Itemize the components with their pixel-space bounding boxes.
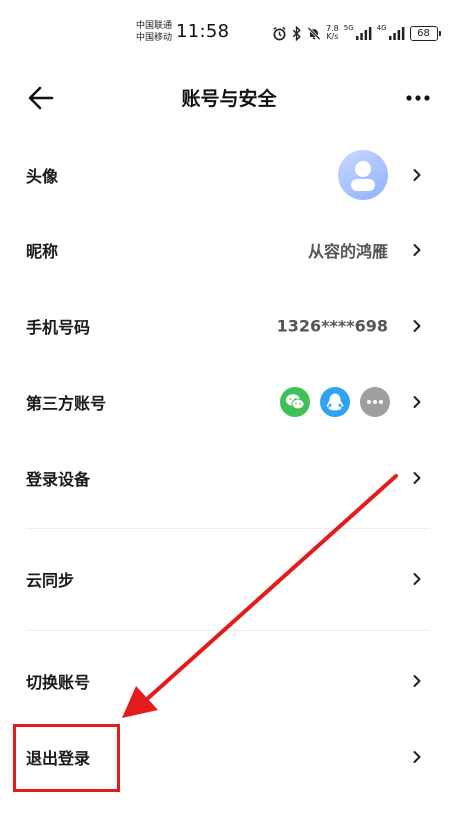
phone-value: 1326****698 [276, 316, 388, 336]
divider [26, 630, 430, 631]
status-time: 11:58 [176, 21, 230, 42]
avatar[interactable] [338, 150, 388, 200]
page-title: 账号与安全 [181, 88, 277, 110]
mute-bell-icon [307, 26, 321, 40]
row-cloud-sync-label: 云同步 [26, 571, 75, 590]
more-accounts-icon[interactable] [360, 387, 390, 417]
carrier-1: 中国联通 [136, 21, 173, 31]
row-avatar-label: 头像 [26, 167, 59, 186]
nickname-value: 从容的鸿雁 [307, 242, 388, 261]
chevron-right-icon [413, 472, 421, 484]
row-avatar[interactable]: 头像 [0, 143, 458, 207]
status-bar: 中国联通 中国移动 11:58 7.8 K/s 5G 4G 68 [0, 0, 458, 66]
row-logout[interactable]: 退出登录 [0, 725, 458, 789]
signal-icon-2 [388, 26, 404, 40]
carrier-2: 中国移动 [136, 33, 173, 43]
network-type-2: 4G [376, 24, 387, 32]
chevron-right-icon [413, 169, 421, 181]
chevron-right-icon [413, 751, 421, 763]
divider [26, 528, 430, 529]
more-dots-icon [406, 95, 430, 101]
battery-indicator: 68 [409, 25, 441, 41]
signal-icon-1 [355, 26, 372, 40]
bluetooth-icon [292, 25, 301, 41]
row-logout-label: 退出登录 [26, 749, 91, 768]
row-switch-account-label: 切换账号 [26, 673, 91, 692]
chevron-right-icon [413, 573, 421, 585]
chevron-right-icon [413, 320, 421, 332]
row-devices[interactable]: 登录设备 [0, 446, 458, 510]
row-phone-label: 手机号码 [26, 318, 91, 337]
row-third-party[interactable]: 第三方账号 [0, 370, 458, 434]
network-speed: 7.8 K/s [326, 24, 339, 41]
alarm-icon [273, 26, 286, 40]
wechat-icon[interactable] [280, 387, 310, 417]
chevron-right-icon [413, 675, 421, 687]
row-phone[interactable]: 手机号码 1326****698 [0, 294, 458, 358]
third-party-icons [280, 387, 390, 417]
row-devices-label: 登录设备 [26, 470, 91, 489]
qq-icon[interactable] [320, 387, 350, 417]
chevron-right-icon [413, 244, 421, 256]
user-silhouette-icon [351, 161, 375, 191]
network-type-1: 5G [343, 24, 354, 32]
header-bar: 账号与安全 [0, 70, 458, 126]
row-nickname-label: 昵称 [26, 242, 59, 261]
row-switch-account[interactable]: 切换账号 [0, 649, 458, 713]
more-button[interactable] [404, 88, 432, 108]
row-nickname[interactable]: 昵称 从容的鸿雁 [0, 218, 458, 282]
row-cloud-sync[interactable]: 云同步 [0, 547, 458, 611]
carrier-info: 中国联通 中国移动 [136, 20, 172, 44]
chevron-right-icon [413, 396, 421, 408]
status-icons: 7.8 K/s 5G 4G 68 [272, 22, 441, 44]
row-third-party-label: 第三方账号 [26, 394, 107, 413]
